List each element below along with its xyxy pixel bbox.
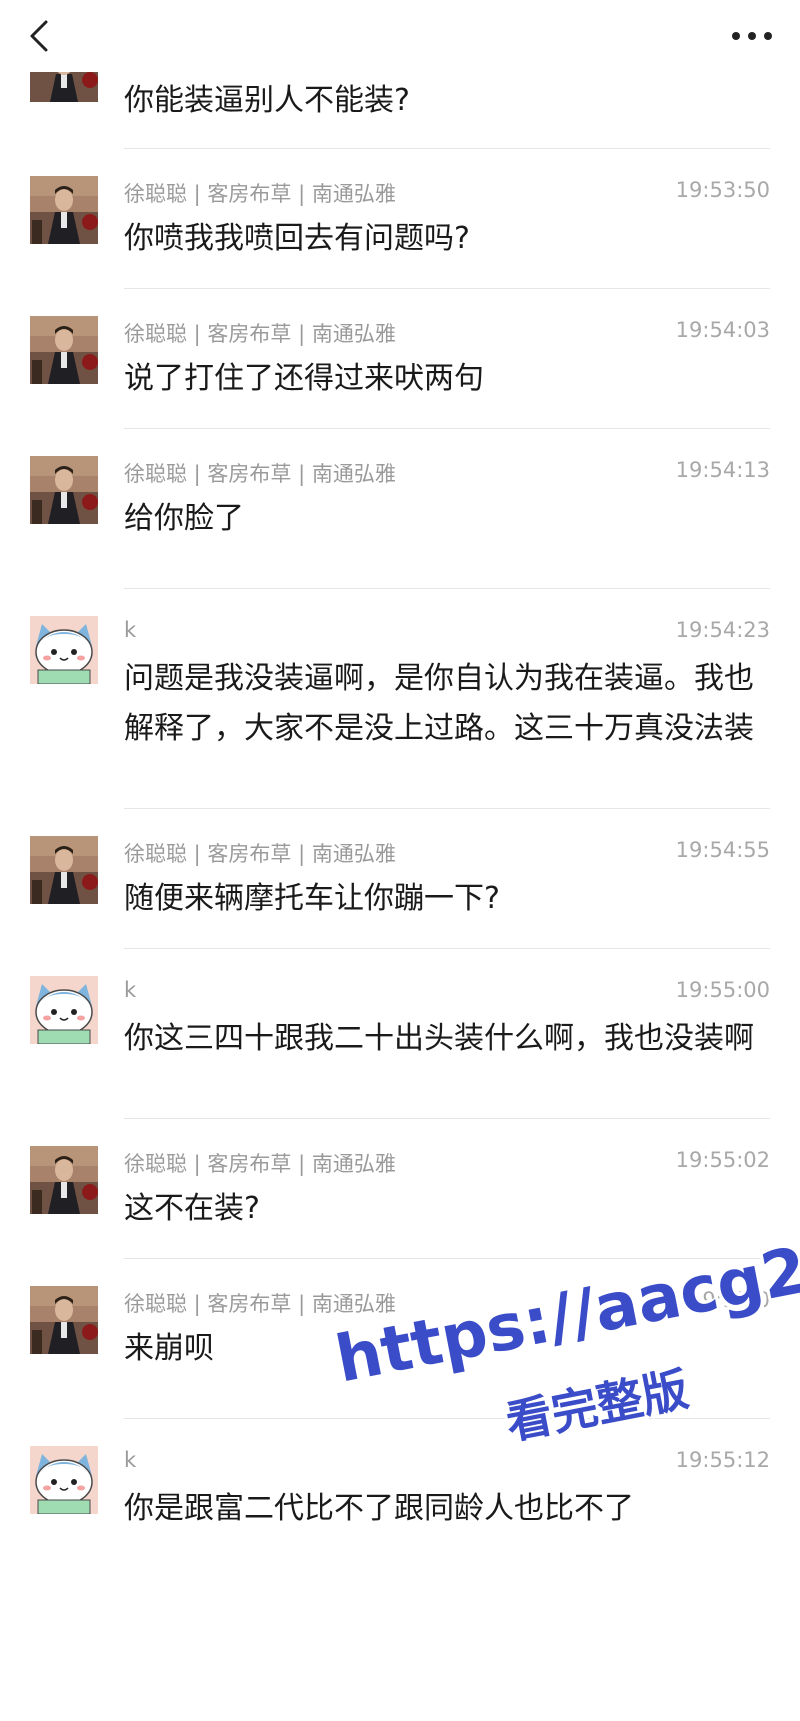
message-time: 19:54:13 <box>675 458 770 482</box>
message-time: 19:54:55 <box>675 838 770 862</box>
message-item: k 19:55:00 你这三四十跟我二十出头装什么啊，我也没装啊 <box>0 950 800 1120</box>
back-button[interactable] <box>22 16 62 56</box>
sender-name: 徐聪聪 | 客房布草 | 南通弘雅 <box>124 1152 396 1176</box>
sender-name: k <box>124 1448 137 1472</box>
man-avatar[interactable] <box>30 1286 98 1354</box>
message-time: 19:53:50 <box>675 178 770 202</box>
message-time: 19:55:0 <box>689 1288 770 1312</box>
divider <box>124 1418 770 1419</box>
message-time: 19:54:03 <box>675 318 770 342</box>
message-item: 徐聪聪 | 客房布草 | 南通弘雅 19:55:02 这不在装? <box>0 1120 800 1260</box>
message-text: 你能装逼别人不能装? <box>124 83 410 118</box>
divider <box>124 588 770 589</box>
more-dots-icon <box>732 32 772 40</box>
top-bar <box>0 0 800 72</box>
man-avatar[interactable] <box>30 836 98 904</box>
chevron-left-icon <box>30 20 48 52</box>
sender-name: k <box>124 978 137 1002</box>
sender-name: 徐聪聪 | 客房布草 | 南通弘雅 <box>124 182 396 206</box>
message-text: 你这三四十跟我二十出头装什么啊，我也没装啊 <box>124 1021 754 1056</box>
message-text: 这不在装? <box>124 1191 260 1226</box>
sender-name: 徐聪聪 | 客房布草 | 南通弘雅 <box>124 462 396 486</box>
message-text: 给你脸了 <box>124 501 244 536</box>
man-avatar[interactable] <box>30 1146 98 1214</box>
message-item: k 19:54:23 问题是我没装逼啊，是你自认为我在装逼。我也解释了，大家不是没上… <box>0 590 800 810</box>
message-time: 19:55:02 <box>675 1148 770 1172</box>
message-item: 徐聪聪 | 客房布草 | 南通弘雅 19:54:03 说了打住了还得过来吠两句 <box>0 290 800 430</box>
message-item: 徐聪聪 | 客房布草 | 南通弘雅 19:55:0 来崩呗 <box>0 1260 800 1420</box>
divider <box>124 948 770 949</box>
sender-name: 徐聪聪 | 客房布草 | 南通弘雅 <box>124 1292 396 1316</box>
man-avatar[interactable] <box>30 316 98 384</box>
cat-avatar[interactable] <box>30 616 98 684</box>
divider <box>124 428 770 429</box>
message-item: 徐聪聪 | 客房布草 | 南通弘雅 19:53:50 你喷我我喷回去有问题吗? <box>0 150 800 290</box>
more-button[interactable] <box>726 18 778 54</box>
message-item: 徐聪聪 | 客房布草 | 南通弘雅 19:54:13 给你脸了 <box>0 430 800 590</box>
message-text: 问题是我没装逼啊，是你自认为我在装逼。我也解释了，大家不是没上过路。这三十万真没… <box>124 661 754 746</box>
sender-name: 徐聪聪 | 客房布草 | 南通弘雅 <box>124 842 396 866</box>
divider <box>124 808 770 809</box>
divider <box>124 148 770 149</box>
message-text: 来崩呗 <box>124 1331 214 1366</box>
divider <box>124 1118 770 1119</box>
message-text: 你喷我我喷回去有问题吗? <box>124 221 470 256</box>
message-time: 19:55:12 <box>675 1448 770 1472</box>
divider <box>124 288 770 289</box>
man-avatar[interactable] <box>30 456 98 524</box>
message-text: 随便来辆摩托车让你蹦一下? <box>124 881 500 916</box>
message-text: 说了打住了还得过来吠两句 <box>124 361 484 396</box>
man-avatar[interactable] <box>30 176 98 244</box>
cat-avatar[interactable] <box>30 1446 98 1514</box>
message-text: 你是跟富二代比不了跟同龄人也比不了 <box>124 1491 634 1526</box>
message-time: 19:54:23 <box>675 618 770 642</box>
sender-name: k <box>124 618 137 642</box>
message-item: k 19:55:12 你是跟富二代比不了跟同龄人也比不了 <box>0 1420 800 1570</box>
divider <box>124 1258 770 1259</box>
message-time: 19:55:00 <box>675 978 770 1002</box>
sender-name: 徐聪聪 | 客房布草 | 南通弘雅 <box>124 322 396 346</box>
cat-avatar[interactable] <box>30 976 98 1044</box>
message-item: 徐聪聪 | 客房布草 | 南通弘雅 19:54:55 随便来辆摩托车让你蹦一下? <box>0 810 800 950</box>
